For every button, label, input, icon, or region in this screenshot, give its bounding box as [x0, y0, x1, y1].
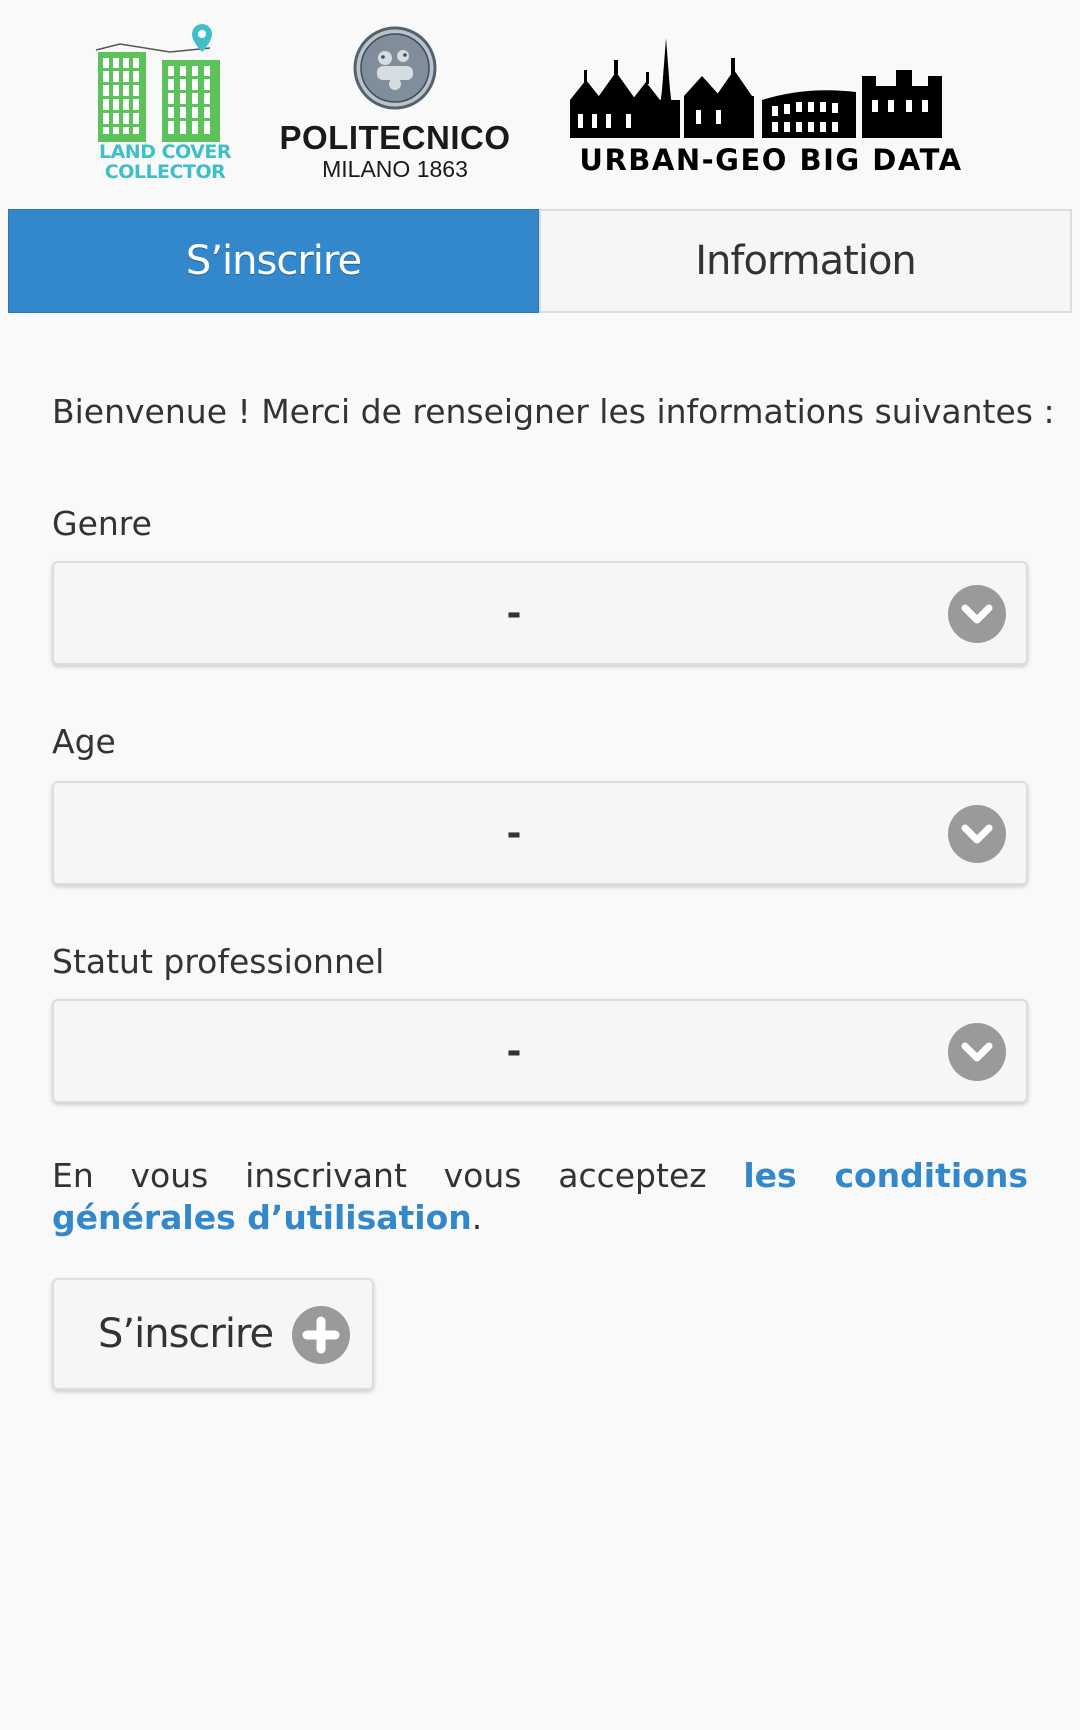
age-select[interactable]: - — [52, 781, 1028, 885]
genre-label: Genre — [52, 504, 152, 543]
plus-icon — [292, 1306, 350, 1364]
logo-header: LAND COVER COLLECTOR POLITECNICO MILANO … — [0, 0, 1080, 208]
chevron-down-icon — [948, 805, 1006, 863]
tab-information[interactable]: Information — [539, 209, 1072, 313]
politecnico-logo: POLITECNICO MILANO 1863 — [270, 26, 520, 186]
terms-prefix: En vous inscrivant vous acceptez — [52, 1156, 744, 1195]
sinscrire-button-label: S’inscrire — [98, 1311, 274, 1357]
chevron-down-icon — [948, 585, 1006, 643]
welcome-text: Bienvenue ! Merci de renseigner les info… — [52, 392, 1055, 431]
age-select-value: - — [506, 812, 522, 854]
statut-select-value: - — [506, 1030, 522, 1072]
buildings-pin-icon — [95, 24, 220, 142]
politecnico-subtitle: MILANO 1863 — [322, 156, 468, 182]
terms-text: En vous inscrivant vous acceptez les con… — [52, 1155, 1028, 1239]
terms-suffix: . — [471, 1198, 483, 1237]
sinscrire-button[interactable]: S’inscrire — [52, 1278, 374, 1390]
urban-geo-logo: URBAN-GEO BIG DATA — [566, 30, 986, 180]
university-seal-icon — [353, 26, 437, 110]
chevron-down-icon — [948, 1023, 1006, 1081]
city-skyline-icon — [570, 38, 942, 138]
land-cover-line2: COLLECTOR — [104, 161, 226, 183]
politecnico-name: POLITECNICO — [279, 119, 511, 156]
genre-select-value: - — [506, 592, 522, 634]
land-cover-line1: LAND COVER — [99, 141, 232, 163]
land-cover-collector-logo: LAND COVER COLLECTOR — [90, 22, 240, 190]
tab-sinscrire[interactable]: S’inscrire — [8, 209, 539, 313]
age-label: Age — [52, 722, 116, 761]
tab-bar: S’inscrire Information — [8, 209, 1072, 313]
urban-geo-name: URBAN-GEO BIG DATA — [579, 143, 963, 177]
statut-label: Statut professionnel — [52, 942, 385, 981]
statut-select[interactable]: - — [52, 999, 1028, 1103]
genre-select[interactable]: - — [52, 561, 1028, 665]
